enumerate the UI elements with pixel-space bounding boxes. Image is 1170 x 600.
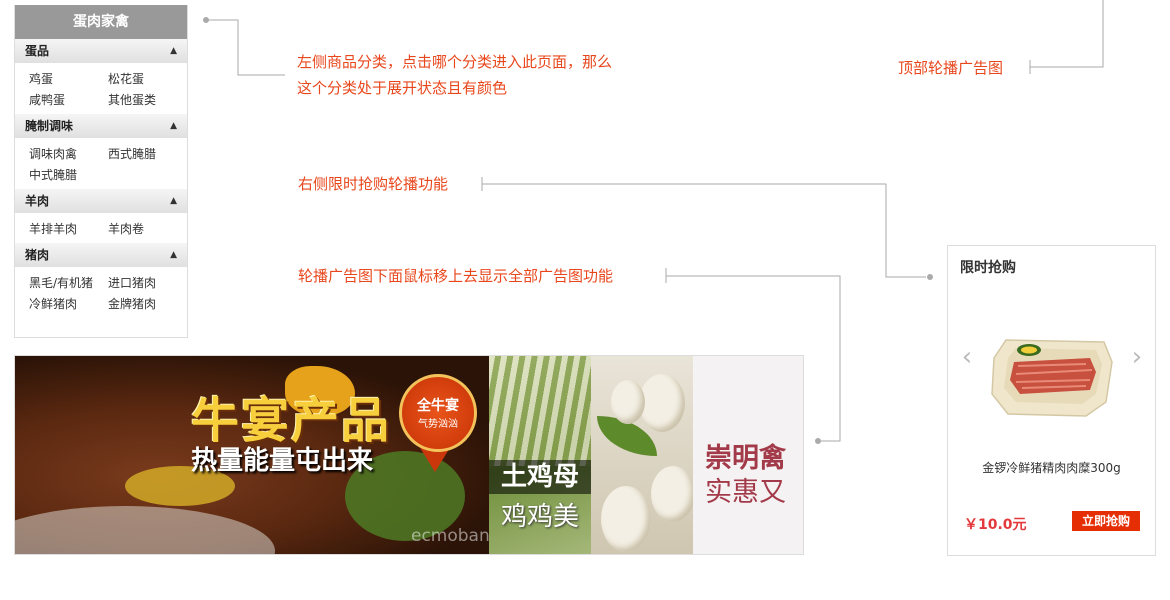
annotation-left-category: 左侧商品分类，点击哪个分类进入此页面，那么 这个分类处于展开状态且有颜色: [297, 53, 613, 97]
chevron-up-icon: ▲: [170, 46, 177, 56]
badge-sub-text: 气势汹汹: [418, 419, 458, 430]
annotation-banner-hover: 轮播广告图下面鼠标移上去显示全部广告图功能: [298, 267, 614, 285]
category-group-cured[interactable]: 腌制调味 ▲: [15, 114, 187, 138]
chevron-right-icon[interactable]: ›: [1126, 344, 1148, 370]
chevron-up-icon: ▲: [170, 196, 177, 206]
banner-thumb-poultry[interactable]: 崇明禽 实惠又: [693, 356, 803, 554]
category-item[interactable]: 鸡蛋: [29, 69, 108, 90]
category-menu: 蛋肉家禽 蛋品 ▲ 鸡蛋 松花蛋 咸鸭蛋 其他蛋类 腌制调味 ▲ 调味肉禽 西式…: [14, 5, 188, 338]
category-item[interactable]: 咸鸭蛋: [29, 90, 108, 111]
category-group-lamb[interactable]: 羊肉 ▲: [15, 189, 187, 213]
category-group-items: 黑毛/有机猪 进口猪肉 冷鲜猪肉 金牌猪肉: [15, 267, 187, 318]
category-item[interactable]: 羊排羊肉: [29, 219, 108, 240]
thumb-title: 土鸡母: [489, 460, 591, 494]
banner-carousel[interactable]: 牛宴产品 热量能量屯出来 全牛宴 气势汹汹 ecmoban.com 土鸡母 鸡鸡…: [14, 355, 804, 555]
product-price: ￥10.0元: [964, 517, 1027, 533]
category-item[interactable]: 冷鲜猪肉: [29, 294, 108, 315]
category-menu-title: 蛋肉家禽: [15, 5, 187, 39]
category-group-items: 鸡蛋 松花蛋 咸鸭蛋 其他蛋类: [15, 63, 187, 114]
category-item[interactable]: 中式腌腊: [29, 165, 110, 186]
category-item[interactable]: 黑毛/有机猪: [29, 273, 108, 294]
chevron-up-icon: ▲: [170, 250, 177, 260]
category-group-label: 羊肉: [25, 194, 50, 208]
annotation-flash-sale: 右侧限时抢购轮播功能: [298, 175, 449, 193]
category-item[interactable]: 金牌猪肉: [108, 294, 187, 315]
category-group-items: 调味肉禽 西式腌腊 中式腌腊: [15, 138, 187, 189]
category-group-label: 蛋品: [25, 44, 50, 58]
category-group-items: 羊排羊肉 羊肉卷: [15, 213, 187, 243]
flash-sale-panel: 限时抢购 ‹ › 金锣冷鲜猪精肉肉糜300g ￥10.0元 立即抢购: [947, 245, 1156, 556]
annotation-top-banner: 顶部轮播广告图: [898, 59, 1004, 77]
badge-main-text: 全牛宴: [417, 398, 459, 414]
product-name[interactable]: 金锣冷鲜猪精肉肉糜300g: [948, 459, 1155, 476]
chevron-left-icon[interactable]: ‹: [956, 344, 978, 370]
flash-sale-title: 限时抢购: [960, 260, 1016, 276]
category-item[interactable]: 羊肉卷: [108, 219, 187, 240]
buy-now-button[interactable]: 立即抢购: [1072, 511, 1140, 531]
category-item[interactable]: 松花蛋: [108, 69, 187, 90]
banner-thumb-eggs[interactable]: [591, 356, 695, 554]
category-group-label: 猪肉: [25, 248, 50, 262]
category-group-eggs[interactable]: 蛋品 ▲: [15, 39, 187, 63]
category-item[interactable]: 西式腌腊: [108, 144, 187, 165]
category-group-label: 腌制调味: [25, 119, 74, 133]
product-image[interactable]: [986, 328, 1116, 420]
category-item[interactable]: 其他蛋类: [108, 90, 187, 111]
banner-slide-beef[interactable]: 牛宴产品 热量能量屯出来 全牛宴 气势汹汹 ecmoban.com: [15, 356, 531, 554]
banner-slide-subtitle: 热量能量屯出来: [191, 446, 374, 476]
category-item[interactable]: 进口猪肉: [108, 273, 187, 294]
category-group-pork[interactable]: 猪肉 ▲: [15, 243, 187, 267]
thumb-subtitle: 实惠又: [705, 477, 786, 508]
category-item[interactable]: 调味肉禽: [29, 144, 108, 165]
promo-badge: 全牛宴 气势汹汹: [399, 374, 477, 452]
chevron-up-icon: ▲: [170, 121, 177, 131]
thumb-subtitle: 鸡鸡美: [500, 502, 579, 532]
banner-thumb-chicken[interactable]: 土鸡母 鸡鸡美: [489, 356, 591, 554]
